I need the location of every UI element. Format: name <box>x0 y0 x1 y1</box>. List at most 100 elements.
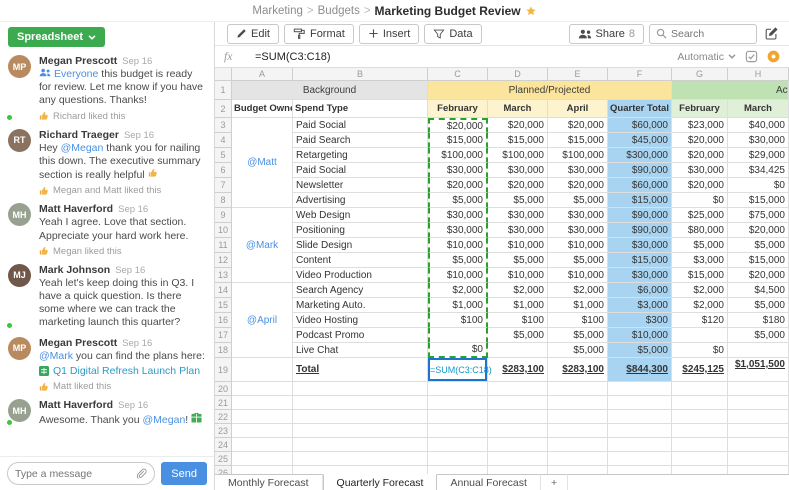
cell-F10[interactable]: $90,000 <box>608 223 672 238</box>
cell-F4[interactable]: $45,000 <box>608 133 672 148</box>
cell-C20[interactable] <box>428 382 488 396</box>
cell-B6[interactable]: Paid Social <box>293 163 428 178</box>
column-header-A[interactable]: A <box>232 68 293 81</box>
cell-A14[interactable]: @April <box>232 283 293 358</box>
row-header-18[interactable]: 18 <box>215 343 232 358</box>
row-header-19[interactable]: 19 <box>215 358 232 382</box>
cell-B16[interactable]: Video Hosting <box>293 313 428 328</box>
row-header-6[interactable]: 6 <box>215 163 232 178</box>
search-box[interactable] <box>649 24 757 44</box>
cell-F12[interactable]: $15,000 <box>608 253 672 268</box>
cell-H24[interactable] <box>728 438 789 452</box>
cell-D9[interactable]: $30,000 <box>488 208 548 223</box>
cell-H15[interactable]: $5,000 <box>728 298 789 313</box>
cell-B12[interactable]: Content <box>293 253 428 268</box>
cell-G17[interactable] <box>672 328 728 343</box>
cell-H21[interactable] <box>728 396 789 410</box>
group-header-planned-projected[interactable]: Planned/Projected <box>428 81 672 100</box>
cell-H23[interactable] <box>728 424 789 438</box>
row-header-24[interactable]: 24 <box>215 438 232 452</box>
cell-C13[interactable]: $10,000 <box>428 268 488 283</box>
favorite-star-icon[interactable] <box>525 5 537 17</box>
cell-H16[interactable]: $180 <box>728 313 789 328</box>
cell-B22[interactable] <box>293 410 428 424</box>
avatar[interactable]: MP <box>8 337 33 392</box>
cell-H11[interactable]: $5,000 <box>728 238 789 253</box>
active-cell-C19[interactable]: =SUM(C3:C18) <box>428 358 488 382</box>
cell-C23[interactable] <box>428 424 488 438</box>
message-input-box[interactable] <box>7 462 155 485</box>
breadcrumb-link[interactable]: Budgets <box>318 5 360 17</box>
cell-E13[interactable]: $10,000 <box>548 268 608 283</box>
cell-G25[interactable] <box>672 452 728 466</box>
cell-E25[interactable] <box>548 452 608 466</box>
cell-C18[interactable]: $0 <box>428 343 488 358</box>
add-sheet-button[interactable]: + <box>541 474 568 490</box>
cell-G24[interactable] <box>672 438 728 452</box>
document-link[interactable]: Q1 Digital Refresh Launch Plan <box>39 365 206 378</box>
edit-button[interactable]: Edit <box>227 24 279 44</box>
breadcrumb-link[interactable]: Marketing <box>252 5 303 17</box>
cell-B17[interactable]: Podcast Promo <box>293 328 428 343</box>
cell-E12[interactable]: $5,000 <box>548 253 608 268</box>
cell-F18[interactable]: $5,000 <box>608 343 672 358</box>
avatar[interactable]: MH <box>8 203 33 256</box>
cell-F24[interactable] <box>608 438 672 452</box>
avatar[interactable]: RT <box>8 129 33 197</box>
cell-E3[interactable]: $20,000 <box>548 118 608 133</box>
cell-B3[interactable]: Paid Social <box>293 118 428 133</box>
cell-E10[interactable]: $30,000 <box>548 223 608 238</box>
mention-link[interactable]: @Megan <box>143 414 186 426</box>
row-header-14[interactable]: 14 <box>215 283 232 298</box>
cell-F25[interactable] <box>608 452 672 466</box>
cell-E11[interactable]: $10,000 <box>548 238 608 253</box>
row-header-12[interactable]: 12 <box>215 253 232 268</box>
cell-H9[interactable]: $75,000 <box>728 208 789 223</box>
cell-F6[interactable]: $90,000 <box>608 163 672 178</box>
cell-F5[interactable]: $300,000 <box>608 148 672 163</box>
cell-D23[interactable] <box>488 424 548 438</box>
cell-B10[interactable]: Positioning <box>293 223 428 238</box>
cell-H13[interactable]: $20,000 <box>728 268 789 283</box>
row-header-26[interactable]: 26 <box>215 466 232 474</box>
cell-C14[interactable]: $2,000 <box>428 283 488 298</box>
cell-A19[interactable] <box>232 358 293 382</box>
cell-C25[interactable] <box>428 452 488 466</box>
row-header-23[interactable]: 23 <box>215 424 232 438</box>
row-header-20[interactable]: 20 <box>215 382 232 396</box>
cell-D12[interactable]: $5,000 <box>488 253 548 268</box>
cell-A3[interactable]: @Matt <box>232 118 293 208</box>
row-header-7[interactable]: 7 <box>215 178 232 193</box>
cell-E20[interactable] <box>548 382 608 396</box>
avatar[interactable]: MP <box>8 55 33 122</box>
cell-C17[interactable] <box>428 328 488 343</box>
cell-A24[interactable] <box>232 438 293 452</box>
format-button[interactable]: Format <box>284 24 354 44</box>
cell-F11[interactable]: $30,000 <box>608 238 672 253</box>
cell-D21[interactable] <box>488 396 548 410</box>
cell-F9[interactable]: $90,000 <box>608 208 672 223</box>
header-march-H[interactable]: March <box>728 100 789 118</box>
cell-H17[interactable]: $5,000 <box>728 328 789 343</box>
cell-G7[interactable]: $20,000 <box>672 178 728 193</box>
row-header-16[interactable]: 16 <box>215 313 232 328</box>
cell-F16[interactable]: $300 <box>608 313 672 328</box>
cell-G13[interactable]: $15,000 <box>672 268 728 283</box>
header-february-C[interactable]: February <box>428 100 488 118</box>
cell-A22[interactable] <box>232 410 293 424</box>
cell-F19[interactable]: $844,300 <box>608 358 672 382</box>
cell-C3[interactable]: $20,000 <box>428 118 488 133</box>
cell-D7[interactable]: $20,000 <box>488 178 548 193</box>
column-header-C[interactable]: C <box>428 68 488 81</box>
insert-button[interactable]: Insert <box>359 24 420 44</box>
cell-E4[interactable]: $15,000 <box>548 133 608 148</box>
cell-G8[interactable]: $0 <box>672 193 728 208</box>
cell-E14[interactable]: $2,000 <box>548 283 608 298</box>
cell-G21[interactable] <box>672 396 728 410</box>
cell-B25[interactable] <box>293 452 428 466</box>
cell-E21[interactable] <box>548 396 608 410</box>
cell-D24[interactable] <box>488 438 548 452</box>
send-button[interactable]: Send <box>161 462 207 485</box>
doc-type-button[interactable]: Spreadsheet <box>8 27 105 47</box>
row-header-2[interactable]: 2 <box>215 100 232 118</box>
